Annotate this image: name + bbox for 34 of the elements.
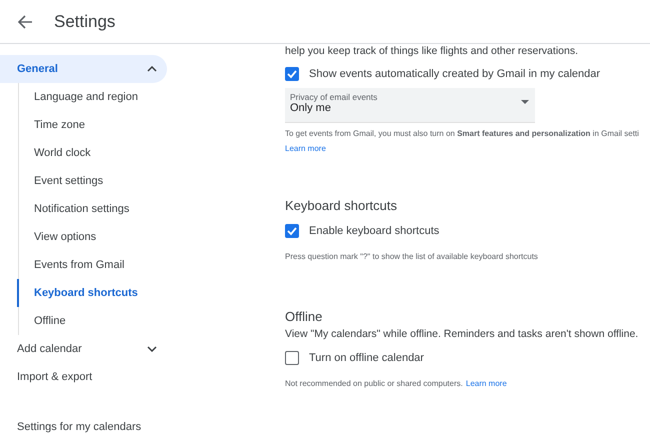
sidebar-item[interactable]: Add calendar (0, 335, 167, 363)
checkbox[interactable] (285, 351, 299, 365)
checkbox-label: Enable keyboard shortcuts (309, 225, 440, 237)
sidebar-subitem[interactable]: Offline (19, 307, 66, 335)
sidebar-subitem[interactable]: Notification settings (19, 195, 130, 223)
privacy-dropdown[interactable]: Privacy of email events Only me (285, 88, 535, 123)
hint-text: Press question mark "?" to show the list of available keyboard shortcuts (285, 252, 538, 261)
section-title: Keyboard shortcuts (285, 198, 398, 213)
sidebar-item[interactable]: General (0, 55, 167, 83)
chevron-up-icon (147, 66, 157, 72)
checkbox-label: Show events automatically created by Gmail in my calendar (309, 68, 600, 80)
sidebar-subitem[interactable]: Time zone (19, 111, 85, 139)
section-title: Offline (285, 309, 324, 324)
learn-more-link[interactable]: Learn more (285, 144, 326, 153)
sidebar-subitem[interactable]: Event settings (19, 167, 104, 195)
sidebar-item[interactable]: Import & export (0, 363, 167, 391)
section-description: View "My calendars" while offline. Reminders and tasks aren't shown offline. (285, 328, 640, 340)
sidebar-subitem[interactable]: World clock (19, 139, 91, 167)
chevron-down-icon (147, 346, 157, 352)
checkbox-label: Turn on offline calendar (309, 352, 424, 364)
sidebar-group-title: Settings for my calendars (16, 421, 142, 433)
sidebar-subitem[interactable]: Language and region (19, 83, 138, 111)
hint-text: Not recommended on public or shared computers. (285, 379, 463, 388)
checkbox[interactable] (285, 67, 299, 81)
sidebar-subitem[interactable]: Keyboard shortcuts (19, 279, 138, 307)
dropdown-arrow-icon (521, 100, 529, 104)
page-title: Settings (54, 12, 116, 32)
checkbox[interactable] (285, 224, 299, 238)
intro-text: help you keep track of things like flights and other reservations. (285, 45, 579, 57)
back-arrow-icon[interactable] (17, 14, 33, 30)
gmail-note: To get events from Gmail, you must also turn on Smart features and personalization in Gmail setti (285, 129, 640, 138)
learn-more-link[interactable]: Learn more (466, 379, 507, 388)
sidebar-subitem[interactable]: Events from Gmail (19, 251, 124, 279)
sidebar-subitem[interactable]: View options (19, 223, 96, 251)
